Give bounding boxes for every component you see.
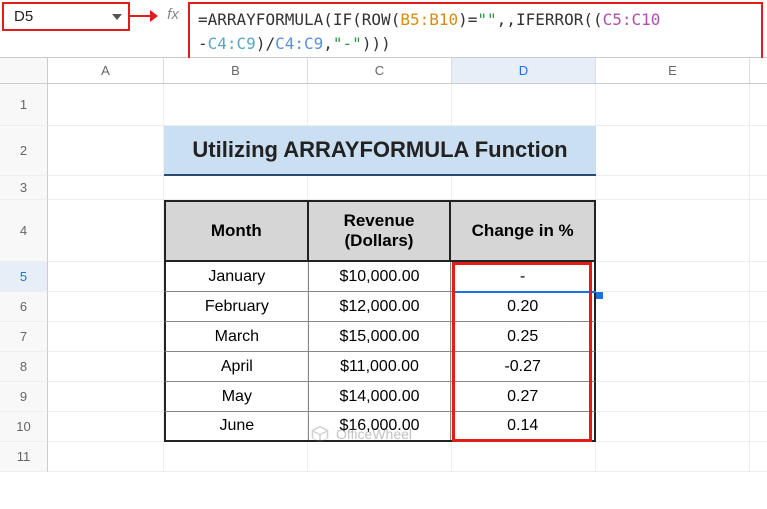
col-header-A[interactable]: A bbox=[48, 58, 164, 83]
column-headers: A B C D E bbox=[0, 58, 767, 84]
table-header-month: Month bbox=[166, 202, 309, 260]
formula-token: = bbox=[468, 10, 478, 29]
cell-revenue[interactable]: $11,000.00 bbox=[309, 352, 452, 381]
formula-token: IFERROR bbox=[516, 10, 583, 29]
formula-token: (( bbox=[583, 10, 602, 29]
formula-token: B5:B10 bbox=[400, 10, 458, 29]
cell-month[interactable]: May bbox=[166, 382, 309, 411]
formula-token: - bbox=[198, 34, 208, 53]
formula-token: ( bbox=[352, 10, 362, 29]
cell-revenue[interactable]: $16,000.00 bbox=[309, 412, 452, 440]
formula-token: C4:C9 bbox=[208, 34, 256, 53]
cell-revenue[interactable]: $10,000.00 bbox=[309, 262, 452, 291]
cell-month[interactable]: February bbox=[166, 292, 309, 321]
table-header-revenue: Revenue (Dollars) bbox=[309, 202, 452, 260]
formula-token: , bbox=[323, 34, 333, 53]
formula-token: / bbox=[265, 34, 275, 53]
row-header[interactable]: 6 bbox=[0, 292, 48, 322]
cell-revenue[interactable]: $14,000.00 bbox=[309, 382, 452, 411]
formula-token: ))) bbox=[362, 34, 391, 53]
chevron-down-icon[interactable] bbox=[112, 14, 122, 20]
table-row: June $16,000.00 0.14 bbox=[164, 412, 596, 442]
cell-month[interactable]: June bbox=[166, 412, 309, 440]
formula-bar[interactable]: =ARRAYFORMULA(IF(ROW(B5:B10)="",,IFERROR… bbox=[188, 2, 763, 62]
row-header[interactable]: 2 bbox=[0, 126, 48, 176]
table-row: May $14,000.00 0.27 bbox=[164, 382, 596, 412]
cell-change[interactable]: - bbox=[451, 262, 594, 291]
name-box[interactable]: D5 bbox=[2, 2, 130, 31]
cell-change[interactable]: 0.27 bbox=[451, 382, 594, 411]
formula-token: ,, bbox=[497, 10, 516, 29]
cells-area[interactable]: Utilizing ARRAYFORMULA Function Month Re… bbox=[48, 84, 767, 472]
cell-month[interactable]: April bbox=[166, 352, 309, 381]
row-header[interactable]: 9 bbox=[0, 382, 48, 412]
row-header[interactable]: 11 bbox=[0, 442, 48, 472]
cell-month[interactable]: March bbox=[166, 322, 309, 351]
select-all-corner[interactable] bbox=[0, 58, 48, 83]
row-header[interactable]: 10 bbox=[0, 412, 48, 442]
row-header[interactable]: 8 bbox=[0, 352, 48, 382]
formula-token: ARRAYFORMULA bbox=[208, 10, 324, 29]
data-table: Month Revenue (Dollars) Change in % Janu… bbox=[164, 200, 596, 442]
formula-toolbar: D5 fx =ARRAYFORMULA(IF(ROW(B5:B10)="",,I… bbox=[0, 0, 767, 58]
formula-token: "" bbox=[477, 10, 496, 29]
formula-token: = bbox=[198, 10, 208, 29]
formula-token: IF bbox=[333, 10, 352, 29]
formula-token: ( bbox=[391, 10, 401, 29]
fill-handle[interactable] bbox=[596, 292, 603, 299]
formula-token: ) bbox=[458, 10, 468, 29]
formula-token: ROW bbox=[362, 10, 391, 29]
cell-month[interactable]: January bbox=[166, 262, 309, 291]
row-header[interactable]: 4 bbox=[0, 200, 48, 262]
spreadsheet-grid: A B C D E 1 2 3 4 5 6 7 8 9 10 11 bbox=[0, 58, 767, 472]
table-row: March $15,000.00 0.25 bbox=[164, 322, 596, 352]
table-row: February $12,000.00 0.20 bbox=[164, 292, 596, 322]
cell-change[interactable]: 0.14 bbox=[451, 412, 594, 440]
col-header-E[interactable]: E bbox=[596, 58, 750, 83]
formula-token: ( bbox=[323, 10, 333, 29]
formula-token: C5:C10 bbox=[603, 10, 661, 29]
table-row: January $10,000.00 - bbox=[164, 262, 596, 292]
name-box-value: D5 bbox=[14, 8, 112, 25]
col-header-B[interactable]: B bbox=[164, 58, 308, 83]
cell-change[interactable]: 0.20 bbox=[451, 292, 594, 321]
cell-change[interactable]: 0.25 bbox=[451, 322, 594, 351]
cell-change[interactable]: -0.27 bbox=[451, 352, 594, 381]
cell-revenue[interactable]: $12,000.00 bbox=[309, 292, 452, 321]
row-header[interactable]: 7 bbox=[0, 322, 48, 352]
row-header[interactable]: 1 bbox=[0, 84, 48, 126]
col-header-C[interactable]: C bbox=[308, 58, 452, 83]
row-header[interactable]: 3 bbox=[0, 176, 48, 200]
table-header-row: Month Revenue (Dollars) Change in % bbox=[164, 200, 596, 262]
table-header-change: Change in % bbox=[451, 202, 594, 260]
cell-revenue[interactable]: $15,000.00 bbox=[309, 322, 452, 351]
active-cell-border bbox=[452, 291, 596, 293]
fx-icon: fx bbox=[158, 0, 188, 23]
annotation-arrow bbox=[130, 2, 158, 31]
row-headers: 1 2 3 4 5 6 7 8 9 10 11 bbox=[0, 84, 48, 472]
col-header-D[interactable]: D bbox=[452, 58, 596, 83]
page-title: Utilizing ARRAYFORMULA Function bbox=[164, 126, 596, 176]
table-row: April $11,000.00 -0.27 bbox=[164, 352, 596, 382]
row-header[interactable]: 5 bbox=[0, 262, 48, 292]
formula-token: "-" bbox=[333, 34, 362, 53]
formula-token: ) bbox=[256, 34, 266, 53]
formula-token: C4:C9 bbox=[275, 34, 323, 53]
